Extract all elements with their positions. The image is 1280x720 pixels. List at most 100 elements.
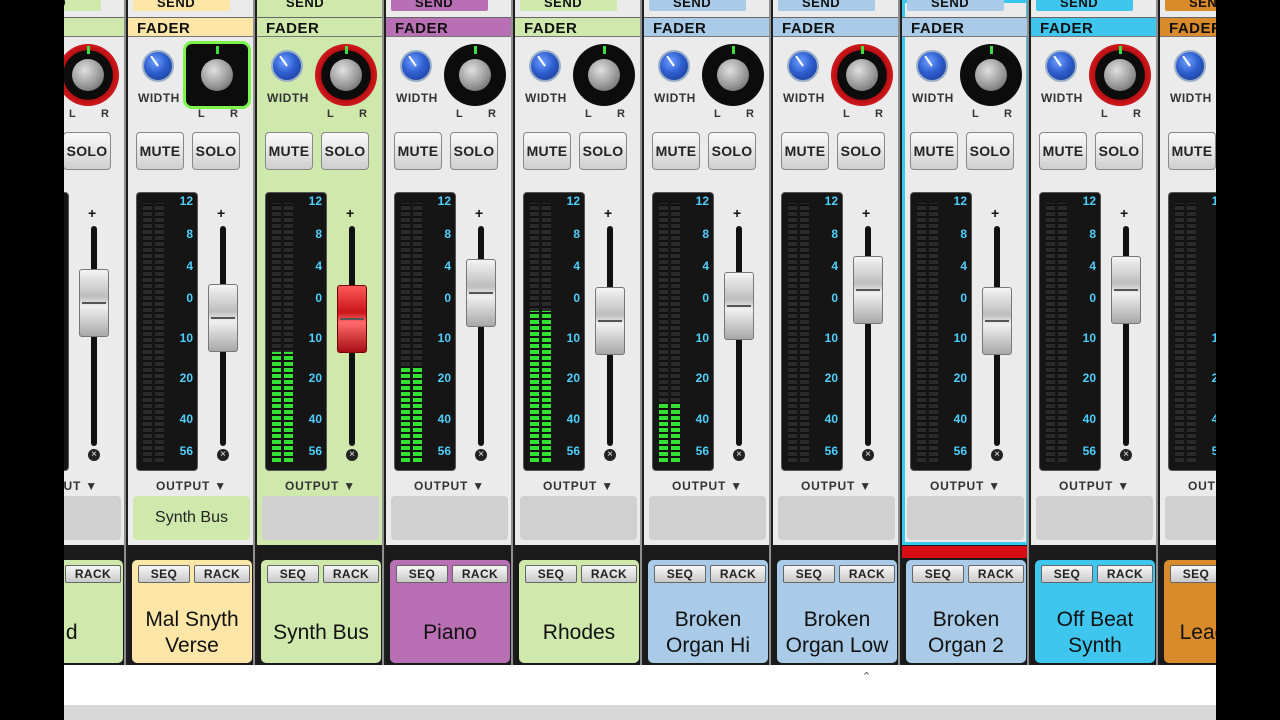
mute-button[interactable]: MUTE (781, 132, 829, 170)
reset-icon[interactable]: × (346, 449, 358, 461)
rack-button[interactable]: RACK (710, 565, 766, 583)
output-label[interactable]: OUTPUT ▼ (128, 479, 253, 493)
seq-button[interactable]: SEQ (138, 565, 190, 583)
width-knob[interactable] (529, 50, 561, 82)
fader-handle[interactable] (79, 268, 109, 337)
fader-handle[interactable] (982, 286, 1012, 355)
rack-button[interactable]: RACK (194, 565, 250, 583)
fader-handle[interactable] (595, 286, 625, 355)
output-field[interactable] (262, 496, 379, 540)
send-tab[interactable]: SEND (391, 0, 488, 11)
seq-button[interactable]: SEQ (396, 565, 448, 583)
seq-button[interactable]: SEQ (654, 565, 706, 583)
solo-button[interactable]: SOLO (579, 132, 627, 170)
reset-icon[interactable]: × (1120, 449, 1132, 461)
width-knob[interactable] (787, 50, 819, 82)
solo-button[interactable]: SOLO (966, 132, 1014, 170)
seq-button[interactable]: SEQ (1041, 565, 1093, 583)
output-label[interactable]: OUTPUT ▼ (773, 479, 898, 493)
mute-button[interactable]: MUTE (1168, 132, 1216, 170)
solo-button[interactable]: SOLO (192, 132, 240, 170)
fader-handle[interactable] (208, 283, 238, 352)
mute-button[interactable]: MUTE (910, 132, 958, 170)
output-field[interactable] (649, 496, 766, 540)
channel-name-card[interactable]: SEQ RACK Piano (390, 560, 510, 663)
seq-button[interactable]: SEQ (783, 565, 835, 583)
pan-knob[interactable] (831, 44, 893, 106)
output-label[interactable]: OUTPUT ▼ (386, 479, 511, 493)
channel-name-card[interactable]: SEQ RACK Off Beat Synth (1035, 560, 1155, 663)
channel-name-card[interactable]: SEQ RACK Lead Syn (1164, 560, 1216, 663)
fader-handle[interactable] (724, 271, 754, 340)
send-tab[interactable]: SEND (778, 0, 875, 11)
reset-icon[interactable]: × (733, 449, 745, 461)
width-knob[interactable] (400, 50, 432, 82)
rack-button[interactable]: RACK (1097, 565, 1153, 583)
rack-button[interactable]: RACK (65, 565, 121, 583)
pan-knob[interactable] (1089, 44, 1151, 106)
channel-name-card[interactable]: SEQ RACK Rhodes (519, 560, 639, 663)
output-field[interactable] (907, 496, 1024, 540)
width-knob[interactable] (1045, 50, 1077, 82)
width-knob[interactable] (271, 50, 303, 82)
mute-button[interactable]: MUTE (523, 132, 571, 170)
fader-handle[interactable] (853, 256, 883, 325)
mute-button[interactable]: MUTE (652, 132, 700, 170)
reset-icon[interactable]: × (991, 449, 1003, 461)
send-tab[interactable]: SEND (64, 0, 101, 11)
output-field[interactable] (1165, 496, 1216, 540)
fader-handle[interactable] (466, 259, 496, 328)
output-label[interactable]: OUTPUT ▼ (257, 479, 382, 493)
reset-icon[interactable]: × (862, 449, 874, 461)
width-knob[interactable] (916, 50, 948, 82)
mute-button[interactable]: MUTE (265, 132, 313, 170)
output-label[interactable]: OUTPUT ▼ (515, 479, 640, 493)
mute-button[interactable]: MUTE (136, 132, 184, 170)
mute-button[interactable]: MUTE (394, 132, 442, 170)
output-field[interactable] (391, 496, 508, 540)
rack-button[interactable]: RACK (581, 565, 637, 583)
width-knob[interactable] (1174, 50, 1206, 82)
rack-button[interactable]: RACK (839, 565, 895, 583)
solo-button[interactable]: SOLO (1095, 132, 1143, 170)
output-label[interactable]: OUTPUT ▼ (64, 479, 124, 493)
fader-handle[interactable] (337, 285, 367, 354)
width-knob[interactable] (142, 50, 174, 82)
solo-button[interactable]: SOLO (708, 132, 756, 170)
output-label[interactable]: OUTPUT ▼ (902, 479, 1027, 493)
mute-button[interactable]: MUTE (1039, 132, 1087, 170)
reset-icon[interactable]: × (217, 449, 229, 461)
send-tab[interactable]: SEND (649, 0, 746, 11)
output-label[interactable]: OUTPUT ▼ (1160, 479, 1216, 493)
send-tab[interactable]: SEND (1036, 0, 1133, 11)
output-field[interactable] (64, 496, 121, 540)
pan-knob[interactable] (573, 44, 635, 106)
channel-name-card[interactable]: SEQ RACK Mal Snyth Verse (132, 560, 252, 663)
rack-button[interactable]: RACK (452, 565, 508, 583)
channel-name-card[interactable]: SEQ RACK ...d (64, 560, 123, 663)
seq-button[interactable]: SEQ (912, 565, 964, 583)
pan-knob[interactable] (186, 44, 248, 106)
send-tab[interactable]: SEND (262, 0, 359, 11)
channel-name-card[interactable]: SEQ RACK Broken Organ Hi (648, 560, 768, 663)
reset-icon[interactable]: × (604, 449, 616, 461)
output-field[interactable] (1036, 496, 1153, 540)
send-tab[interactable]: SEND (520, 0, 617, 11)
channel-name-card[interactable]: SEQ RACK Broken Organ Low (777, 560, 897, 663)
output-label[interactable]: OUTPUT ▼ (644, 479, 769, 493)
fader-handle[interactable] (1111, 256, 1141, 325)
output-field[interactable] (778, 496, 895, 540)
resize-handle-icon[interactable]: ⌃ (862, 670, 871, 683)
seq-button[interactable]: SEQ (525, 565, 577, 583)
send-tab[interactable]: SEND (1165, 0, 1216, 11)
pan-knob[interactable] (702, 44, 764, 106)
output-field[interactable] (520, 496, 637, 540)
reset-icon[interactable]: × (88, 449, 100, 461)
output-label[interactable]: OUTPUT ▼ (1031, 479, 1156, 493)
width-knob[interactable] (658, 50, 690, 82)
pan-knob[interactable] (64, 44, 119, 106)
send-tab[interactable]: SEND (133, 0, 230, 11)
rack-button[interactable]: RACK (968, 565, 1024, 583)
channel-name-card[interactable]: SEQ RACK Broken Organ 2 (906, 560, 1026, 663)
send-tab[interactable]: SEND (907, 0, 1004, 11)
